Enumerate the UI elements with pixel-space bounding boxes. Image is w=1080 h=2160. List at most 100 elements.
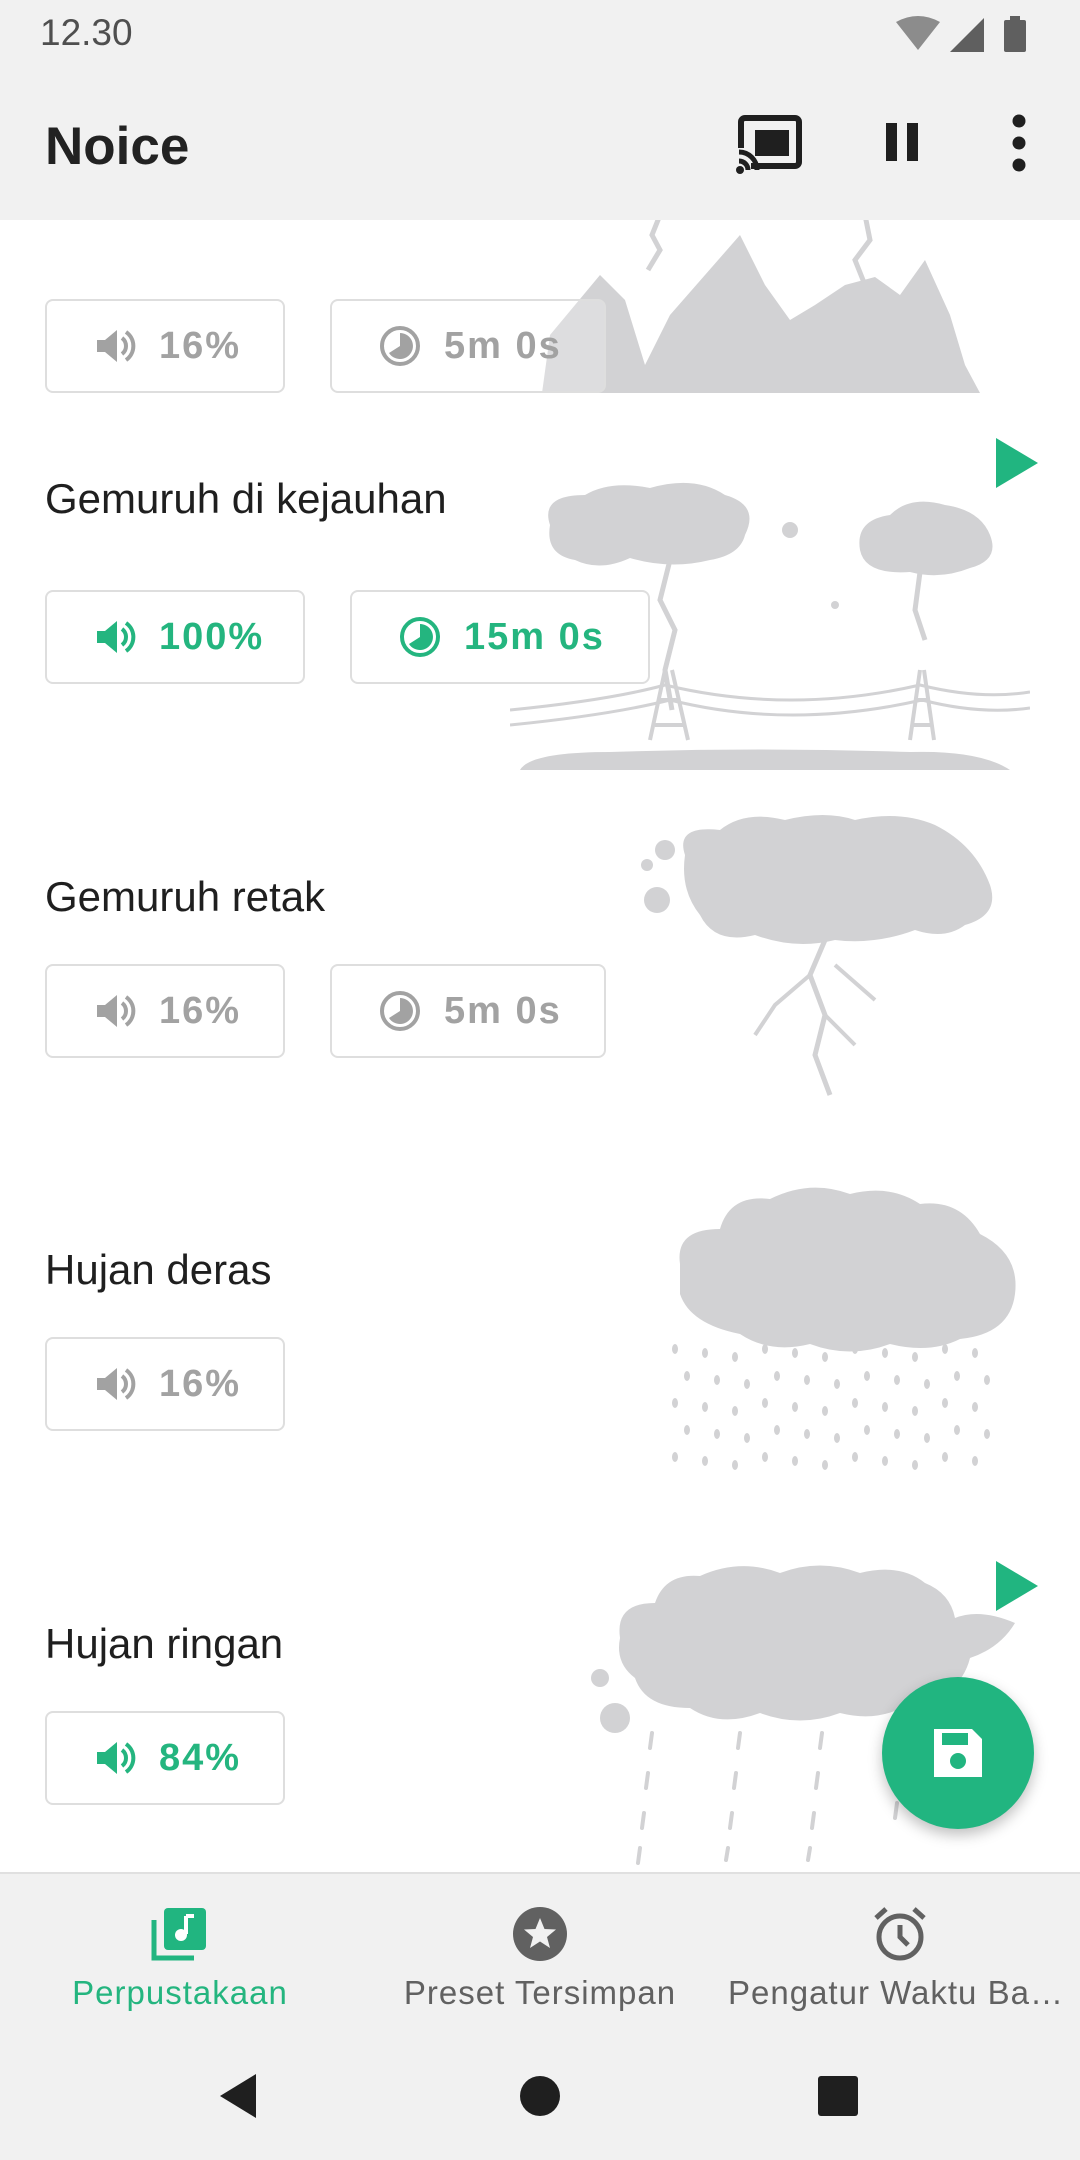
play-icon[interactable] <box>992 1558 1040 1614</box>
wifi-icon <box>896 16 940 50</box>
rain-drop <box>954 1371 960 1381</box>
volume-value: 100% <box>159 615 265 658</box>
rain-drop <box>834 1433 840 1443</box>
rain-drop <box>852 1344 858 1354</box>
volume-value: 84% <box>159 1736 242 1779</box>
volume-chip[interactable]: 16% <box>45 1337 285 1431</box>
volume-icon <box>97 1742 136 1774</box>
timer-chip[interactable]: 15m 0s <box>350 590 650 684</box>
sound-title: Hujan deras <box>45 1246 272 1293</box>
nav-label: Preset Tersimpan <box>403 1974 677 2011</box>
rain-drop <box>834 1379 840 1389</box>
timer-chip[interactable]: 5m 0s <box>330 964 606 1058</box>
nav-label: Pengatur Waktu Bangun <box>728 1974 1080 2011</box>
rain-drop <box>684 1425 690 1435</box>
nav-wake-up-timer[interactable]: Pengatur Waktu Bangun <box>720 1874 1080 2034</box>
rain-drop <box>912 1352 918 1362</box>
rain-drop <box>804 1375 810 1385</box>
save-preset-button[interactable] <box>882 1677 1034 1829</box>
rain-drop <box>882 1348 888 1358</box>
rain-drop <box>984 1429 990 1439</box>
rain-drop <box>822 1460 828 1470</box>
sound-title: Gemuruh retak <box>45 873 326 920</box>
timer-chip[interactable]: 5m 0s <box>330 299 606 393</box>
back-icon[interactable] <box>210 2066 270 2126</box>
play-icon[interactable] <box>992 435 1040 491</box>
rain-drop <box>972 1348 978 1358</box>
alarm-icon <box>874 1907 926 1961</box>
cast-icon[interactable] <box>735 108 805 178</box>
crackling-thunder-illustration <box>641 815 993 1096</box>
rain-drop <box>954 1425 960 1435</box>
timer-icon <box>380 991 420 1031</box>
rain-drop <box>942 1398 948 1408</box>
sound-title: Gemuruh di kejauhan <box>45 475 447 522</box>
rain-drop <box>972 1402 978 1412</box>
rain-drop <box>672 1344 678 1354</box>
rain-drop <box>702 1402 708 1412</box>
rain-drop <box>882 1456 888 1466</box>
timer-icon <box>380 326 420 366</box>
volume-chip[interactable]: 100% <box>45 590 305 684</box>
rain-drop <box>924 1433 930 1443</box>
rain-drop <box>864 1425 870 1435</box>
timer-icon <box>400 617 440 657</box>
battery-icon <box>1004 16 1026 52</box>
rain-drop <box>684 1371 690 1381</box>
timer-value: 5m 0s <box>444 324 562 367</box>
rain-drop <box>894 1429 900 1439</box>
sound-card-thunder[interactable]: 16% 5m 0s <box>0 220 1080 398</box>
rain-drop <box>912 1460 918 1470</box>
rain-drop <box>732 1406 738 1416</box>
volume-chip[interactable]: 84% <box>45 1711 285 1805</box>
app-bar: Noice <box>0 68 1080 220</box>
volume-value: 16% <box>159 1362 242 1405</box>
library-music-icon <box>151 1908 206 1961</box>
home-icon[interactable] <box>510 2066 570 2126</box>
rain-drop <box>774 1425 780 1435</box>
volume-chip[interactable]: 16% <box>45 964 285 1058</box>
pause-icon[interactable] <box>868 108 938 178</box>
nav-label: Perpustakaan <box>72 1974 288 2011</box>
more-vert-icon[interactable] <box>984 108 1054 178</box>
recents-icon[interactable] <box>808 2066 868 2126</box>
sound-card-distant-thunder[interactable]: Gemuruh di kejauhan 100% 15m 0s <box>0 395 1080 773</box>
rain-drop <box>924 1379 930 1389</box>
sound-library-list[interactable]: 16% 5m 0s Gemuruh di kejauhan 100% 15m 0… <box>0 220 1080 1872</box>
system-navigation-bar <box>0 2032 1080 2160</box>
rain-drop <box>732 1460 738 1470</box>
rain-drop <box>792 1456 798 1466</box>
rain-drop <box>762 1398 768 1408</box>
rain-drop <box>672 1452 678 1462</box>
rain-drop <box>672 1398 678 1408</box>
volume-chip[interactable]: 16% <box>45 299 285 393</box>
nav-saved-presets[interactable]: Preset Tersimpan <box>360 1874 720 2034</box>
rain-drop <box>942 1344 948 1354</box>
sound-card-crackling-thunder[interactable]: Gemuruh retak 16% 5m 0s <box>0 770 1080 1147</box>
nav-library[interactable]: Perpustakaan <box>0 1874 360 2034</box>
rain-drop <box>702 1348 708 1358</box>
save-icon <box>934 1729 982 1777</box>
rain-drop <box>762 1452 768 1462</box>
rain-drop <box>792 1402 798 1412</box>
rain-drop <box>702 1456 708 1466</box>
star-icon <box>513 1907 567 1961</box>
rain-drop <box>714 1375 720 1385</box>
rain-drop <box>822 1352 828 1362</box>
rain-drop <box>852 1452 858 1462</box>
sound-card-heavy-rain[interactable]: Hujan deras 16% <box>0 1144 1080 1521</box>
volume-value: 16% <box>159 989 242 1032</box>
signal-icon <box>950 18 984 52</box>
rain-drop <box>732 1352 738 1362</box>
status-bar: 12.30 <box>0 0 1080 68</box>
status-time: 12.30 <box>40 12 133 53</box>
volume-value: 16% <box>159 324 242 367</box>
volume-icon <box>97 621 136 653</box>
rain-drops <box>672 1344 990 1470</box>
volume-icon <box>97 1368 136 1400</box>
timer-value: 15m 0s <box>464 615 605 658</box>
rain-drop <box>882 1402 888 1412</box>
app-title: Noice <box>45 117 190 176</box>
rain-drop <box>804 1429 810 1439</box>
rain-drop <box>942 1452 948 1462</box>
